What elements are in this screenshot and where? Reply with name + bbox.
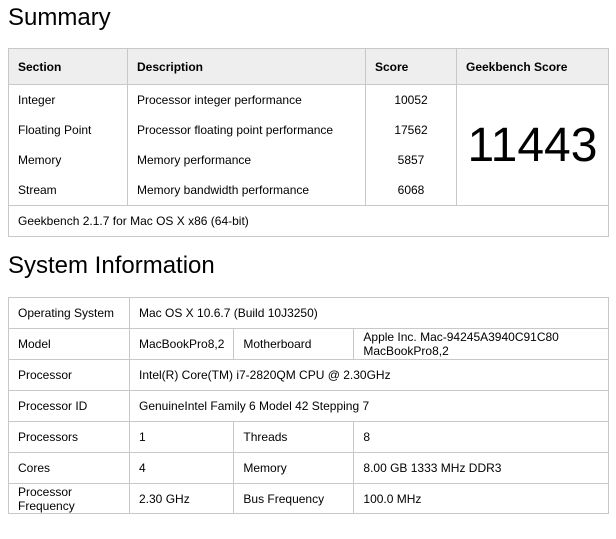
memory-label: Memory	[233, 452, 355, 484]
motherboard-label: Motherboard	[233, 328, 355, 360]
table-row: Processor Frequency 2.30 GHz Bus Frequenc…	[8, 483, 609, 514]
section-cell: Memory	[8, 145, 128, 175]
description-cell: Memory bandwidth performance	[127, 175, 366, 206]
model-label: Model	[8, 328, 130, 360]
model-value: MacBookPro8,2	[128, 328, 235, 360]
score-cell: 10052	[365, 84, 457, 115]
processor-value: Intel(R) Core(TM) i7-2820QM CPU @ 2.30GH…	[129, 359, 609, 391]
description-cell: Processor floating point performance	[127, 115, 366, 145]
summary-table: Section Description Score Geekbench Scor…	[8, 48, 609, 237]
processor-id-value: GenuineIntel Family 6 Model 42 Stepping …	[129, 390, 609, 422]
bus-frequency-value: 100.0 MHz	[353, 483, 609, 514]
table-row: Processor ID GenuineIntel Family 6 Model…	[8, 390, 609, 422]
version-footer: Geekbench 2.1.7 for Mac OS X x86 (64-bit…	[8, 205, 609, 237]
system-information-title: System Information	[8, 252, 215, 279]
processor-frequency-value: 2.30 GHz	[128, 483, 235, 514]
table-row: Processor Intel(R) Core(TM) i7-2820QM CP…	[8, 359, 609, 391]
processor-frequency-label: Processor Frequency	[8, 483, 130, 514]
table-row: Processors 1 Threads 8	[8, 421, 609, 453]
header-section: Section	[8, 48, 128, 85]
section-cell: Integer	[8, 84, 128, 115]
header-geekbench-score: Geekbench Score	[456, 48, 609, 85]
section-cell: Stream	[8, 175, 128, 206]
os-label: Operating System	[8, 297, 130, 329]
system-information-table: Operating System Mac OS X 10.6.7 (Build …	[8, 297, 609, 514]
motherboard-value: Apple Inc. Mac-94245A3940C91C80 MacBookPr…	[353, 328, 609, 360]
description-cell: Memory performance	[127, 145, 366, 175]
threads-label: Threads	[233, 421, 355, 453]
score-cell: 6068	[365, 175, 457, 206]
summary-title: Summary	[8, 4, 111, 31]
motherboard-value-line-2: MacBookPro8,2	[363, 344, 449, 358]
table-row: Operating System Mac OS X 10.6.7 (Build …	[8, 297, 609, 329]
geekbench-score-value: 11443	[456, 84, 609, 206]
threads-value: 8	[353, 421, 609, 453]
processors-value: 1	[128, 421, 235, 453]
processor-frequency-label-line-1: Processor	[18, 484, 73, 499]
cores-value: 4	[128, 452, 235, 484]
bus-frequency-label: Bus Frequency	[233, 483, 355, 514]
summary-footer-row: Geekbench 2.1.7 for Mac OS X x86 (64-bit…	[8, 205, 609, 237]
header-score: Score	[365, 48, 457, 85]
score-cell: 5857	[365, 145, 457, 175]
processor-label: Processor	[8, 359, 130, 391]
processors-label: Processors	[8, 421, 130, 453]
memory-value: 8.00 GB 1333 MHz DDR3	[353, 452, 609, 484]
processor-id-label: Processor ID	[8, 390, 130, 422]
cores-label: Cores	[8, 452, 130, 484]
summary-header-row: Section Description Score Geekbench Scor…	[8, 48, 609, 85]
table-row: Model MacBookPro8,2 Motherboard Apple In…	[8, 328, 609, 360]
processor-frequency-label-line-2: Frequency	[18, 498, 75, 513]
os-value: Mac OS X 10.6.7 (Build 10J3250)	[129, 297, 609, 329]
motherboard-value-line-1: Apple Inc. Mac-94245A3940C91C80	[363, 330, 559, 344]
score-cell: 17562	[365, 115, 457, 145]
description-cell: Processor integer performance	[127, 84, 366, 115]
header-description: Description	[127, 48, 366, 85]
table-row: Cores 4 Memory 8.00 GB 1333 MHz DDR3	[8, 452, 609, 484]
table-row: Integer Processor integer performance 10…	[8, 84, 609, 206]
section-cell: Floating Point	[8, 115, 128, 145]
